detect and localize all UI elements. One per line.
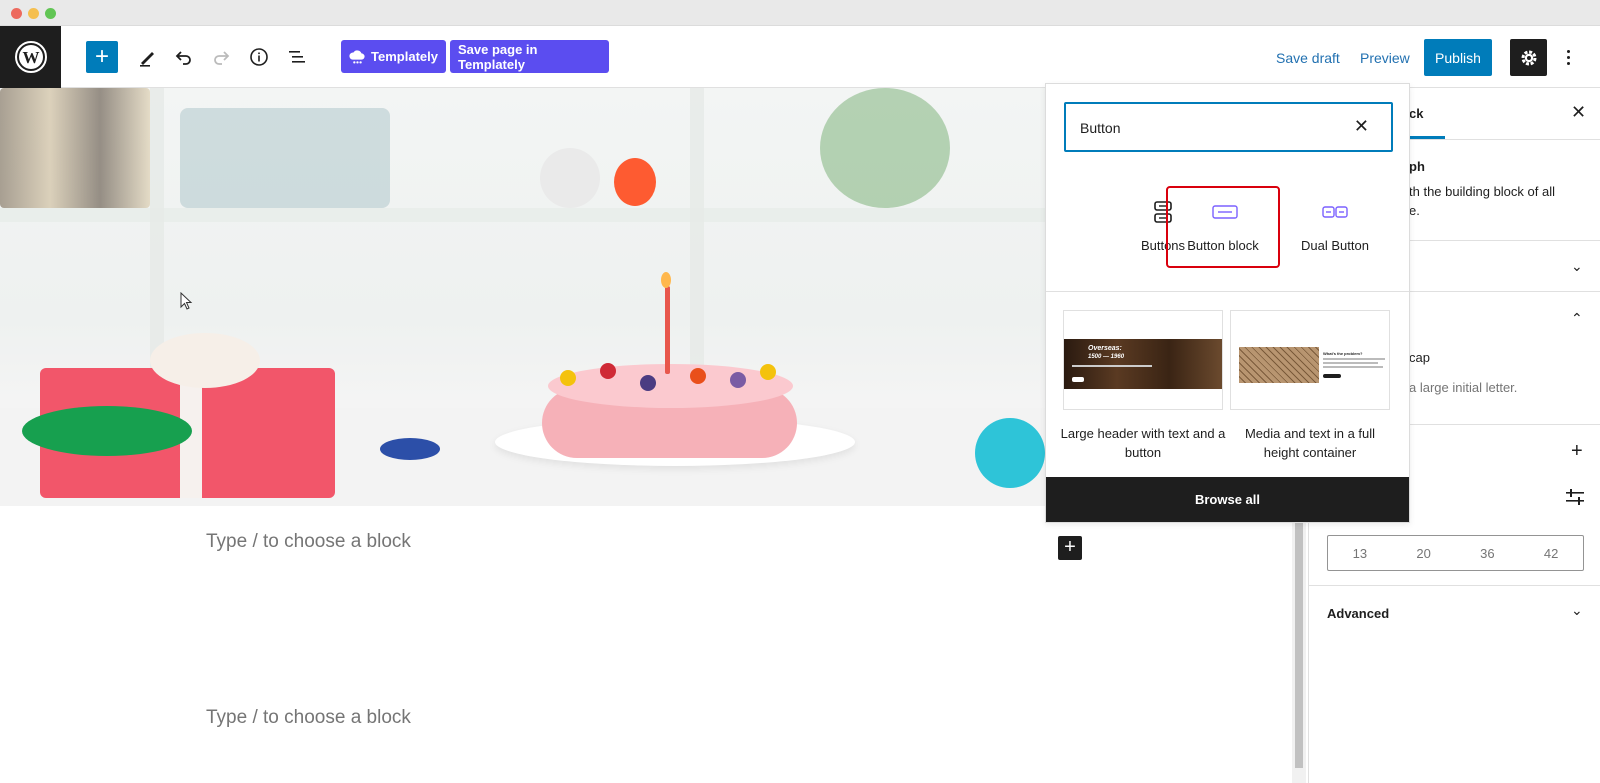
block-item-button-block[interactable]: Button block bbox=[1166, 186, 1280, 268]
close-sidebar-icon[interactable]: ✕ bbox=[1571, 102, 1586, 123]
canvas-scrollbar[interactable] bbox=[1292, 506, 1306, 783]
font-size-option[interactable]: 36 bbox=[1480, 546, 1494, 561]
block-inserter-popover: ✕ Buttons Button block Dual Button Overs… bbox=[1045, 83, 1410, 523]
cover-image[interactable] bbox=[0, 88, 1045, 506]
preview-button[interactable]: Preview bbox=[1360, 50, 1410, 66]
editor-canvas bbox=[0, 506, 1290, 783]
pattern-preview-media-text[interactable]: What's the problem? bbox=[1230, 310, 1390, 410]
block-item-dual-button[interactable]: Dual Button bbox=[1280, 186, 1390, 266]
dual-button-icon bbox=[1321, 198, 1349, 226]
block-search-input[interactable] bbox=[1080, 118, 1330, 138]
block-placeholder-1[interactable]: Type / to choose a block bbox=[206, 531, 411, 553]
block-description-line-1: th the building block of all bbox=[1409, 184, 1555, 199]
block-title: ph bbox=[1409, 159, 1425, 174]
drop-cap-label: cap bbox=[1409, 350, 1430, 365]
redo-icon[interactable] bbox=[205, 41, 237, 73]
block-search-field[interactable]: ✕ bbox=[1064, 102, 1393, 152]
templately-button[interactable]: Templately bbox=[341, 40, 446, 73]
block-item-label: Button block bbox=[1187, 238, 1259, 253]
block-item-label: Dual Button bbox=[1301, 238, 1369, 253]
edit-pencil-icon[interactable] bbox=[131, 41, 163, 73]
chevron-up-icon[interactable]: ⌃ bbox=[1571, 310, 1583, 327]
block-description-line-2: e. bbox=[1409, 203, 1420, 218]
save-in-templately-button[interactable]: Save page in Templately bbox=[450, 40, 609, 73]
add-typography-icon[interactable]: + bbox=[1571, 440, 1583, 463]
wordpress-logo-icon[interactable]: W bbox=[0, 26, 61, 88]
pattern-label-media-text: Media and text in a full height containe… bbox=[1244, 426, 1376, 460]
templately-cloud-icon bbox=[349, 49, 365, 64]
chevron-down-icon[interactable]: ⌄ bbox=[1571, 602, 1583, 619]
settings-gear-icon[interactable] bbox=[1510, 39, 1547, 76]
font-size-option[interactable]: 20 bbox=[1416, 546, 1430, 561]
templately-label: Templately bbox=[371, 49, 438, 64]
font-size-settings-icon[interactable] bbox=[1565, 488, 1585, 506]
scrollbar-thumb[interactable] bbox=[1295, 506, 1303, 768]
tab-block[interactable]: ck bbox=[1409, 106, 1423, 121]
divider bbox=[1046, 291, 1409, 292]
minimize-window-button[interactable] bbox=[28, 8, 39, 19]
pattern-preview-subtitle: 1500 — 1960 bbox=[1088, 354, 1125, 360]
details-info-icon[interactable] bbox=[243, 41, 275, 73]
browse-all-button[interactable]: Browse all bbox=[1046, 477, 1409, 522]
publish-button[interactable]: Publish bbox=[1424, 39, 1492, 76]
undo-icon[interactable] bbox=[168, 41, 200, 73]
font-size-picker: 13 20 36 42 bbox=[1327, 535, 1584, 571]
pattern-preview-title: What's the problem? bbox=[1323, 351, 1363, 356]
close-window-button[interactable] bbox=[11, 8, 22, 19]
chevron-down-icon[interactable]: ⌄ bbox=[1571, 258, 1583, 275]
add-block-button[interactable]: + bbox=[86, 41, 118, 73]
svg-text:W: W bbox=[22, 48, 39, 67]
app-window: W + Templately Save page in Templately S… bbox=[0, 0, 1600, 783]
window-titlebar bbox=[0, 0, 1600, 26]
block-placeholder-2[interactable]: Type / to choose a block bbox=[206, 707, 411, 729]
font-size-option[interactable]: 42 bbox=[1544, 546, 1558, 561]
pattern-label-large-header: Large header with text and a button bbox=[1060, 426, 1226, 460]
clear-search-icon[interactable]: ✕ bbox=[1354, 116, 1369, 137]
inline-add-block-button[interactable]: + bbox=[1058, 536, 1082, 560]
save-draft-button[interactable]: Save draft bbox=[1276, 50, 1340, 66]
font-size-option[interactable]: 13 bbox=[1353, 546, 1367, 561]
maximize-window-button[interactable] bbox=[45, 8, 56, 19]
button-block-icon bbox=[1211, 198, 1239, 226]
pattern-preview-large-header[interactable]: Overseas: 1500 — 1960 bbox=[1063, 310, 1223, 410]
more-options-icon[interactable] bbox=[1560, 44, 1576, 70]
drop-cap-description: a large initial letter. bbox=[1409, 380, 1518, 395]
pattern-preview-title: Overseas: bbox=[1088, 345, 1122, 352]
editor-toolbar: W + Templately Save page in Templately S… bbox=[0, 26, 1600, 88]
advanced-panel-toggle[interactable]: Advanced bbox=[1327, 606, 1389, 621]
mouse-cursor-icon bbox=[180, 292, 193, 310]
list-view-icon[interactable] bbox=[281, 41, 313, 73]
